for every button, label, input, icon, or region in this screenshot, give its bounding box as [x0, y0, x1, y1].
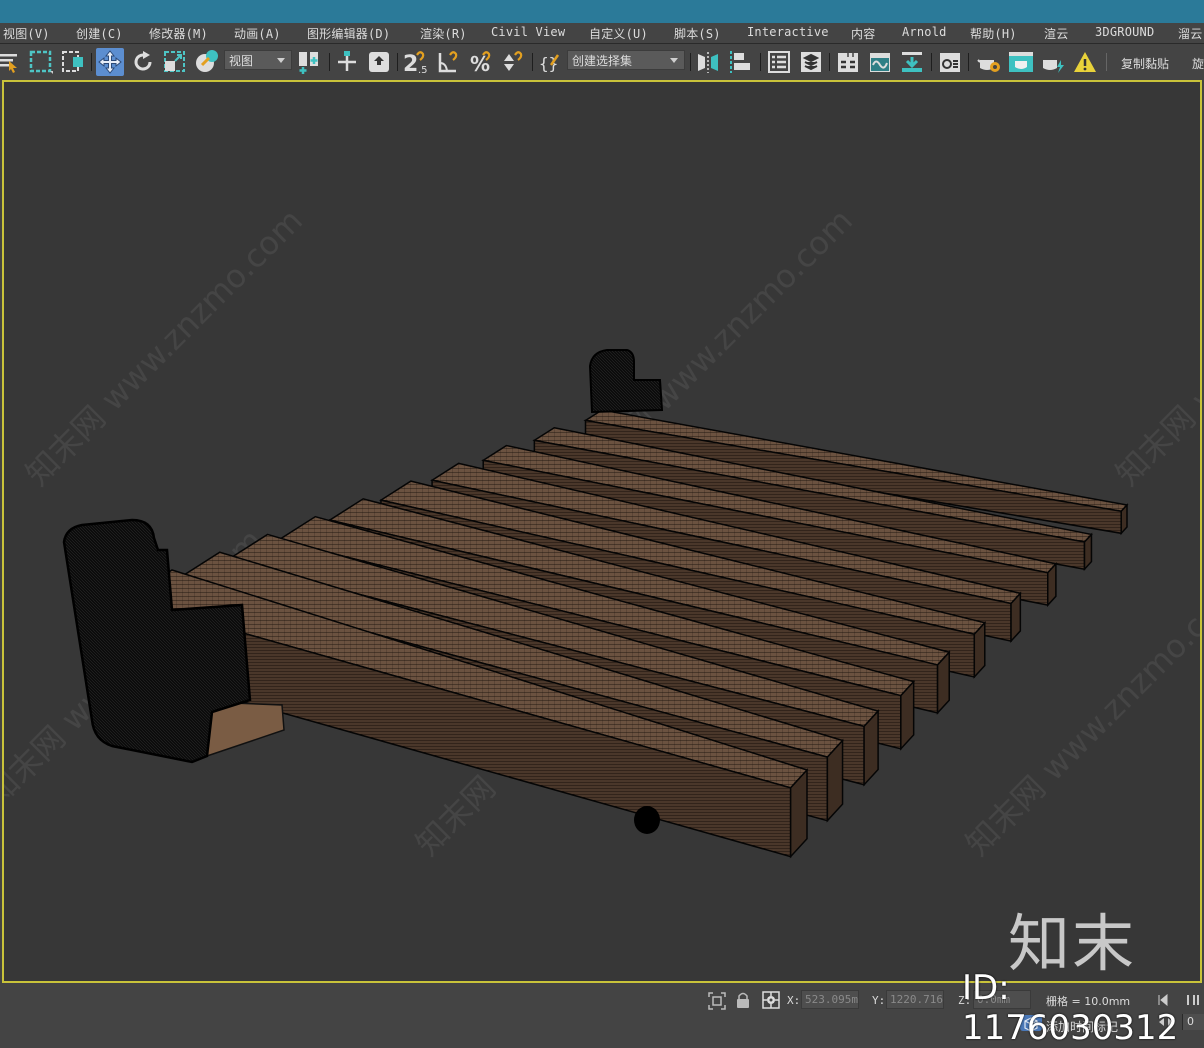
select-manipulate-button[interactable] [193, 48, 221, 76]
menu-create[interactable]: 创建(C) [76, 25, 123, 42]
schematic-view-button[interactable] [898, 48, 926, 76]
menu-customize[interactable]: 自定义(U) [589, 25, 648, 42]
scene-explorer-button[interactable] [765, 48, 793, 76]
select-by-name-icon [0, 54, 17, 73]
x-label: X: [787, 994, 801, 1007]
percent-snap-icon: % [470, 51, 491, 75]
spinner-snap-icon [504, 51, 523, 71]
title-bar [0, 0, 1204, 23]
curve-editor-icon [870, 53, 890, 72]
selection-lock-icon[interactable] [736, 991, 750, 1009]
align-icon [730, 51, 750, 73]
absolute-mode-icon[interactable] [762, 991, 780, 1009]
align-button[interactable] [726, 48, 754, 76]
selection-set-dropdown[interactable]: 创建选择集 [567, 50, 685, 70]
keyboard-shortcut-button[interactable] [333, 48, 361, 76]
back-bracket [588, 349, 664, 414]
menu-modifiers[interactable]: 修改器(M) [149, 25, 208, 42]
chevron-down-icon [277, 58, 285, 63]
angle-snap-icon [438, 51, 458, 73]
use-pivot-icon [299, 52, 318, 74]
edit-named-selection-button[interactable]: {} [536, 48, 564, 76]
material-editor-button[interactable] [936, 48, 964, 76]
snap-toggle-icon: 2.5 [403, 51, 428, 75]
select-manipulate-icon [196, 50, 218, 72]
window-crossing-button[interactable] [59, 48, 87, 76]
rect-selection-button[interactable] [27, 48, 55, 76]
scale-button[interactable] [161, 48, 189, 76]
mirror-icon [698, 52, 718, 73]
reference-coord-dropdown[interactable]: 视图 [224, 50, 292, 70]
menu-scripting[interactable]: 脚本(S) [674, 25, 721, 42]
y-label: Y: [872, 994, 886, 1007]
rendered-frame-window-icon [1009, 52, 1033, 72]
svg-text:%: % [470, 52, 490, 75]
screw-hole [634, 806, 660, 834]
x-coordinate-field[interactable]: 523.095mm [801, 990, 859, 1009]
scale-icon [164, 51, 185, 72]
menu-view[interactable]: 视图(V) [3, 25, 50, 42]
perspective-viewport[interactable]: 知末网 www.znzmo.com 知末网 www.znzmo.com 知末网 … [2, 80, 1202, 983]
y-coordinate-field[interactable]: 1220.716m [886, 990, 944, 1009]
isolate-selection-icon[interactable] [708, 992, 726, 1010]
rotate-tool-button[interactable]: 旋 [1192, 55, 1204, 72]
menu-bar: 视图(V) 创建(C) 修改器(M) 动画(A) 图形编辑器(D) 渲染(R) … [0, 23, 1204, 44]
menu-interactive[interactable]: Interactive [747, 25, 829, 39]
scene-explorer-icon [768, 51, 790, 73]
menu-civil-view[interactable]: Civil View [491, 25, 565, 39]
material-editor-icon [940, 53, 960, 72]
reference-coord-value: 视图 [229, 54, 254, 68]
keyboard-shortcut-icon [338, 51, 356, 71]
render-production-button[interactable] [1039, 48, 1067, 76]
svg-text:2: 2 [403, 52, 418, 75]
copy-paste-button[interactable]: 复制黏贴 [1121, 55, 1169, 72]
curve-editor-button[interactable] [866, 48, 894, 76]
use-pivot-button[interactable] [295, 48, 323, 76]
menu-animation[interactable]: 动画(A) [234, 25, 281, 42]
angle-snap-button[interactable] [435, 48, 463, 76]
ribbon-button[interactable] [834, 48, 862, 76]
menu-liuyun[interactable]: 溜云 [1178, 25, 1202, 42]
selection-lock-button[interactable] [365, 48, 393, 76]
schematic-view-icon [902, 52, 922, 72]
rendered-frame-window-button[interactable] [1007, 48, 1035, 76]
menu-help[interactable]: 帮助(H) [970, 25, 1017, 42]
render-production-icon [1043, 60, 1064, 73]
menu-xuanyun[interactable]: 渲云 [1044, 25, 1068, 42]
main-toolbar: 视图 2.5 % {} 创建选择集 复制黏贴 旋 [0, 45, 1204, 79]
percent-snap-button[interactable]: % [467, 48, 495, 76]
chevron-down-icon [670, 58, 678, 63]
rotate-button[interactable] [129, 48, 157, 76]
menu-arnold[interactable]: Arnold [902, 25, 947, 39]
selection-set-value: 创建选择集 [572, 54, 633, 68]
menu-rendering[interactable]: 渲染(R) [420, 25, 467, 42]
window-crossing-icon [62, 51, 83, 72]
select-by-name-button[interactable] [0, 48, 24, 76]
spinner-snap-button[interactable] [499, 48, 527, 76]
menu-graph-editors[interactable]: 图形编辑器(D) [307, 25, 390, 42]
edit-named-selection-icon: {} [539, 54, 560, 73]
render-setup-icon [977, 59, 1000, 72]
layer-explorer-button[interactable] [797, 48, 825, 76]
render-setup-button[interactable] [975, 48, 1003, 76]
menu-content[interactable]: 内容 [851, 25, 875, 42]
rect-selection-icon [29, 50, 53, 74]
ribbon-icon [838, 53, 858, 72]
warning-button[interactable] [1071, 48, 1099, 76]
selection-lock-icon [369, 52, 389, 72]
id-watermark: ID: 1176030312 [962, 968, 1179, 1048]
menu-3dground[interactable]: 3DGROUND [1095, 25, 1154, 39]
move-button[interactable] [96, 48, 124, 76]
layer-explorer-icon [801, 52, 821, 72]
shelf-model[interactable] [2, 80, 1202, 983]
snap-toggle-button[interactable]: 2.5 [402, 48, 430, 76]
move-icon [98, 50, 122, 74]
svg-text:.5: .5 [418, 65, 428, 75]
mirror-button[interactable] [694, 48, 722, 76]
rotate-icon [134, 51, 152, 71]
warning-icon [1074, 52, 1096, 72]
